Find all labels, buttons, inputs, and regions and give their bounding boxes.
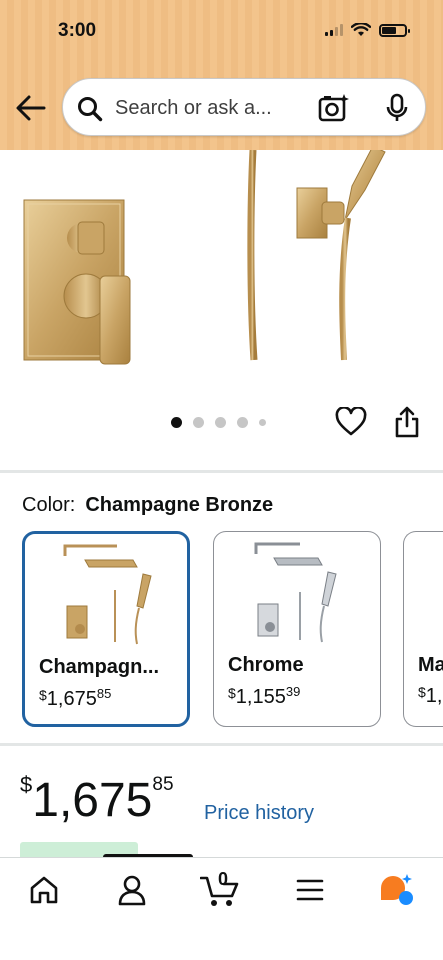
price-whole: 1,155 [235,686,286,708]
section-divider [0,743,443,746]
currency-symbol: $ [228,685,236,701]
camera-search-icon[interactable] [318,93,350,123]
status-icons [325,23,410,37]
page-dot[interactable] [215,417,226,428]
price-whole: 1,675 [46,688,97,710]
color-option-name: Chrome [228,654,304,676]
gallery-page-indicator[interactable] [171,417,266,428]
product-image [23,145,386,365]
price-cents: 85 [152,774,174,795]
color-option-champagne-bronze[interactable]: Champagn... $1,67585 [22,531,190,727]
currency-symbol: $ [39,687,47,703]
swatch-image [63,544,152,645]
color-option-price: $1,15539 [228,684,300,709]
price-history-link[interactable]: Price history [204,802,314,825]
page-dot[interactable] [193,417,204,428]
battery-icon [379,23,410,37]
color-option-price: $1,67585 [39,686,111,711]
rufus-assistant-icon[interactable] [377,872,417,908]
color-option-name: Champagn... [39,656,160,678]
search-icon [78,97,103,122]
selected-color: Champagne Bronze [85,494,274,516]
cellular-signal-icon [325,24,343,36]
status-time: 3:00 [58,20,97,41]
currency-symbol: $ [418,684,426,700]
account-icon[interactable] [117,874,147,906]
page-dot-active[interactable] [171,417,182,428]
section-divider [0,470,443,473]
color-label: Color: [22,494,76,516]
color-option-price: $1, [418,684,442,708]
search-bar[interactable]: Search or ask a... [62,78,426,136]
search-input[interactable]: Search or ask a... [115,97,272,120]
share-icon[interactable] [394,406,420,438]
price-cents: 39 [285,684,301,699]
heart-icon[interactable] [335,407,367,437]
color-option-name: Ma [418,654,443,676]
wifi-icon [351,23,371,36]
product-price: $1,67585 [20,772,174,828]
color-option-matte-partial[interactable]: Ma $1, [403,531,443,727]
microphone-icon[interactable] [385,93,409,123]
color-option-chrome[interactable]: Chrome $1,15539 [213,531,381,727]
page-dot[interactable] [237,417,248,428]
cart-count: 0 [218,869,229,889]
home-icon[interactable] [28,874,60,906]
menu-icon[interactable] [296,878,324,902]
price-whole: 1,675 [32,774,153,827]
currency-symbol: $ [20,772,33,797]
header: 3:00 Search or ask a... [0,0,443,150]
swatch-image [254,542,337,643]
price-whole: 1, [425,685,443,707]
back-arrow-icon[interactable] [14,94,48,122]
color-selection-label: Color: Champagne Bronze [22,494,273,517]
price-cents: 85 [96,686,112,701]
page-dot[interactable] [259,419,266,426]
